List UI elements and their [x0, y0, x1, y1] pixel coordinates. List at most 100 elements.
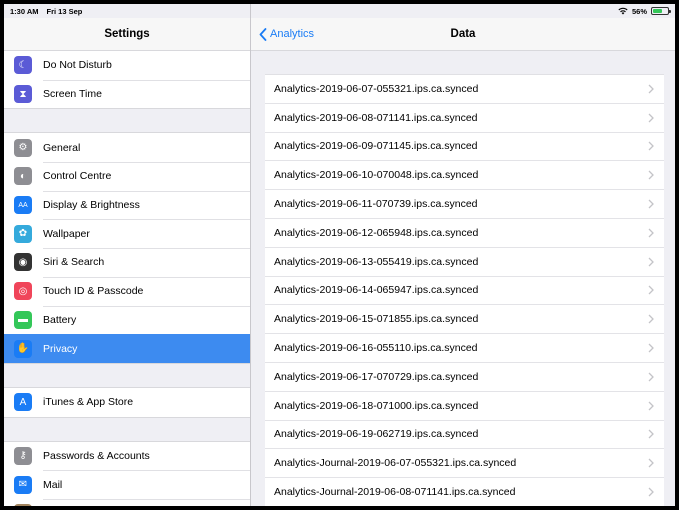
- data-file-name: Analytics-2019-06-16-055110.ips.ca.synce…: [274, 342, 478, 355]
- sidebar-item-control-centre[interactable]: ◐ Control Centre: [4, 162, 250, 191]
- data-file-row[interactable]: Analytics-Journal-2019-06-07-055321.ips.…: [265, 449, 664, 479]
- flower-icon: ✿: [14, 224, 32, 243]
- data-file-name: Analytics-2019-06-18-071000.ips.ca.synce…: [274, 399, 479, 412]
- chevron-right-icon: [648, 142, 654, 151]
- data-file-row[interactable]: Analytics-2019-06-16-055110.ips.ca.synce…: [265, 334, 664, 363]
- chevron-right-icon: [648, 113, 654, 123]
- data-file-row[interactable]: Analytics-2019-06-18-071000.ips.ca.synce…: [265, 392, 664, 421]
- chevron-right-icon: [648, 314, 654, 324]
- data-file-name: Analytics-Journal-2019-06-08-071141.ips.…: [274, 486, 516, 499]
- mail-icon: ✉: [14, 475, 32, 494]
- data-file-row[interactable]: Analytics-2019-06-12-065948.ips.ca.synce…: [265, 219, 664, 248]
- app-store-icon: A: [14, 393, 32, 412]
- siri-icon: ◉: [14, 253, 32, 272]
- wifi-icon: [618, 7, 628, 15]
- chevron-right-icon: [648, 228, 654, 238]
- data-file-name: Analytics-2019-06-12-065948.ips.ca.synce…: [274, 226, 479, 239]
- moon-icon: ☾: [14, 56, 32, 75]
- chevron-right-icon: [648, 372, 654, 382]
- sidebar-item-label: Do Not Disturb: [43, 59, 112, 72]
- data-file-name: Analytics-2019-06-07-055321.ips.ca.synce…: [274, 82, 479, 95]
- hourglass-icon: ⧗: [14, 85, 32, 104]
- nav-bar: Analytics Data: [251, 18, 675, 51]
- sidebar-item-label: Display & Brightness: [43, 199, 140, 212]
- battery-level-icon: [651, 7, 671, 15]
- sidebar-item-mail[interactable]: ✉ Mail: [4, 470, 250, 499]
- chevron-right-icon: [648, 170, 654, 180]
- data-file-row[interactable]: Analytics-2019-06-09-071145.ips.ca.synce…: [265, 133, 664, 162]
- sidebar-item-contacts[interactable]: ☺Contacts: [4, 498, 250, 506]
- battery-icon: ▬: [14, 310, 32, 329]
- sidebar-item-itunes-app-store[interactable]: AiTunes & App Store: [4, 388, 250, 417]
- chevron-right-icon: [648, 487, 654, 497]
- settings-sidebar: Settings ☾ Do Not Disturb ⧗ Screen Time ⚙ Gen…: [4, 4, 251, 506]
- sidebar-group: AiTunes & App Store: [4, 386, 250, 418]
- data-file-name: Analytics-Journal-2019-06-07-055321.ips.…: [274, 457, 517, 470]
- status-date: Fri 13 Sep: [46, 6, 83, 16]
- chevron-right-icon: [648, 286, 654, 295]
- data-file-name: Analytics-2019-06-17-070729.ips.ca.synce…: [274, 370, 479, 383]
- detail-pane: Analytics Data Analytics-2019-06-07-0553…: [251, 4, 675, 506]
- sidebar-group: ⚷ Passwords & Accounts ✉ Mail ☺Contacts: [4, 440, 250, 506]
- toggles-icon: ◐: [14, 167, 32, 186]
- sidebar-item-general[interactable]: ⚙ General: [4, 133, 250, 162]
- sidebar-item-touch-id-passcode[interactable]: ◎ Touch ID & Passcode: [4, 276, 250, 306]
- data-file-row[interactable]: Analytics-2019-06-07-055321.ips.ca.synce…: [265, 75, 664, 104]
- data-file-row[interactable]: Analytics-2019-06-08-071141.ips.ca.synce…: [265, 104, 664, 133]
- sidebar-item-label: Control Centre: [43, 170, 112, 183]
- page-title: Data: [450, 28, 476, 40]
- sidebar-item-passwords-accounts[interactable]: ⚷ Passwords & Accounts: [4, 442, 250, 471]
- data-file-name: Analytics-2019-06-13-055419.ips.ca.synce…: [274, 255, 479, 268]
- sidebar-item-label: iTunes & App Store: [43, 396, 134, 409]
- data-file-name: Analytics-2019-06-11-070739.ips.ca.synce…: [274, 198, 478, 211]
- sidebar-item-label: Siri & Search: [43, 256, 105, 269]
- sidebar-item-label: General: [43, 141, 81, 154]
- data-file-name: Analytics-2019-06-08-071141.ips.ca.synce…: [274, 111, 478, 124]
- sidebar-item-do-not-disturb[interactable]: ☾ Do Not Disturb: [4, 51, 250, 80]
- chevron-right-icon: [648, 199, 654, 209]
- data-file-row[interactable]: Analytics-2019-06-14-065947.ips.ca.synce…: [265, 277, 664, 306]
- data-file-name: Analytics-2019-06-15-071855.ips.ca.synce…: [274, 313, 479, 326]
- sidebar-item-label: Wallpaper: [43, 227, 90, 240]
- data-file-row[interactable]: Analytics-2019-06-11-070739.ips.ca.synce…: [265, 190, 664, 219]
- gear-icon: ⚙: [14, 138, 32, 157]
- data-file-row[interactable]: Analytics-2019-06-17-070729.ips.ca.synce…: [265, 363, 664, 392]
- back-label: Analytics: [270, 28, 315, 40]
- sidebar-item-label: Privacy: [43, 342, 78, 355]
- sidebar-list: ☾ Do Not Disturb ⧗ Screen Time ⚙ General ◐ Cont…: [4, 51, 250, 506]
- sidebar-item-display-brightness[interactable]: AA Display & Brightness: [4, 190, 250, 220]
- sidebar-item-wallpaper[interactable]: ✿ Wallpaper: [4, 219, 250, 248]
- data-file-row[interactable]: Analytics-2019-06-19-062719.ips.ca.synce…: [265, 421, 664, 450]
- sidebar-item-label: Touch ID & Passcode: [43, 285, 144, 298]
- data-file-row[interactable]: Analytics-Journal-2019-06-08-071141.ips.…: [265, 478, 664, 506]
- data-file-row[interactable]: Analytics-2019-06-15-071855.ips.ca.synce…: [265, 305, 664, 335]
- sidebar-group: ⚙ General ◐ Control Centre AA Display & Brigh…: [4, 132, 250, 364]
- sidebar-group: ☾ Do Not Disturb ⧗ Screen Time: [4, 51, 250, 110]
- sidebar-item-label: Mail: [43, 478, 63, 491]
- key-icon: ⚷: [14, 446, 32, 465]
- status-time: 1:30 AM: [10, 6, 39, 16]
- chevron-right-icon: [648, 401, 654, 411]
- back-button[interactable]: Analytics: [259, 27, 315, 41]
- data-file-name: Analytics-2019-06-10-070048.ips.ca.synce…: [274, 169, 479, 182]
- contacts-icon: ☺: [14, 504, 32, 506]
- sidebar-item-screen-time[interactable]: ⧗ Screen Time: [4, 79, 250, 109]
- chevron-right-icon: [648, 84, 654, 94]
- data-file-name: Analytics-2019-06-09-071145.ips.ca.synce…: [274, 140, 478, 153]
- sidebar-item-battery[interactable]: ▬ Battery: [4, 305, 250, 335]
- data-file-row[interactable]: Analytics-2019-06-13-055419.ips.ca.synce…: [265, 248, 664, 277]
- chevron-right-icon: [648, 458, 654, 468]
- status-bar: 1:30 AM Fri 13 Sep 56%: [4, 4, 675, 18]
- sidebar-item-privacy[interactable]: ✋ Privacy: [4, 334, 250, 363]
- chevron-right-icon: [648, 257, 654, 267]
- sidebar-title: Settings: [4, 18, 250, 51]
- chevron-right-icon: [648, 429, 654, 439]
- data-file-row[interactable]: Analytics-2019-06-10-070048.ips.ca.synce…: [265, 161, 664, 191]
- sidebar-item-siri-search[interactable]: ◉ Siri & Search: [4, 248, 250, 277]
- text-size-icon: AA: [14, 196, 32, 215]
- data-file-list: Analytics-2019-06-07-055321.ips.ca.synce…: [265, 74, 664, 506]
- battery-percent: 56%: [631, 6, 647, 16]
- data-file-name: Analytics-2019-06-19-062719.ips.ca.synce…: [274, 428, 479, 441]
- chevron-left-icon: [259, 27, 267, 41]
- hand-icon: ✋: [14, 339, 32, 358]
